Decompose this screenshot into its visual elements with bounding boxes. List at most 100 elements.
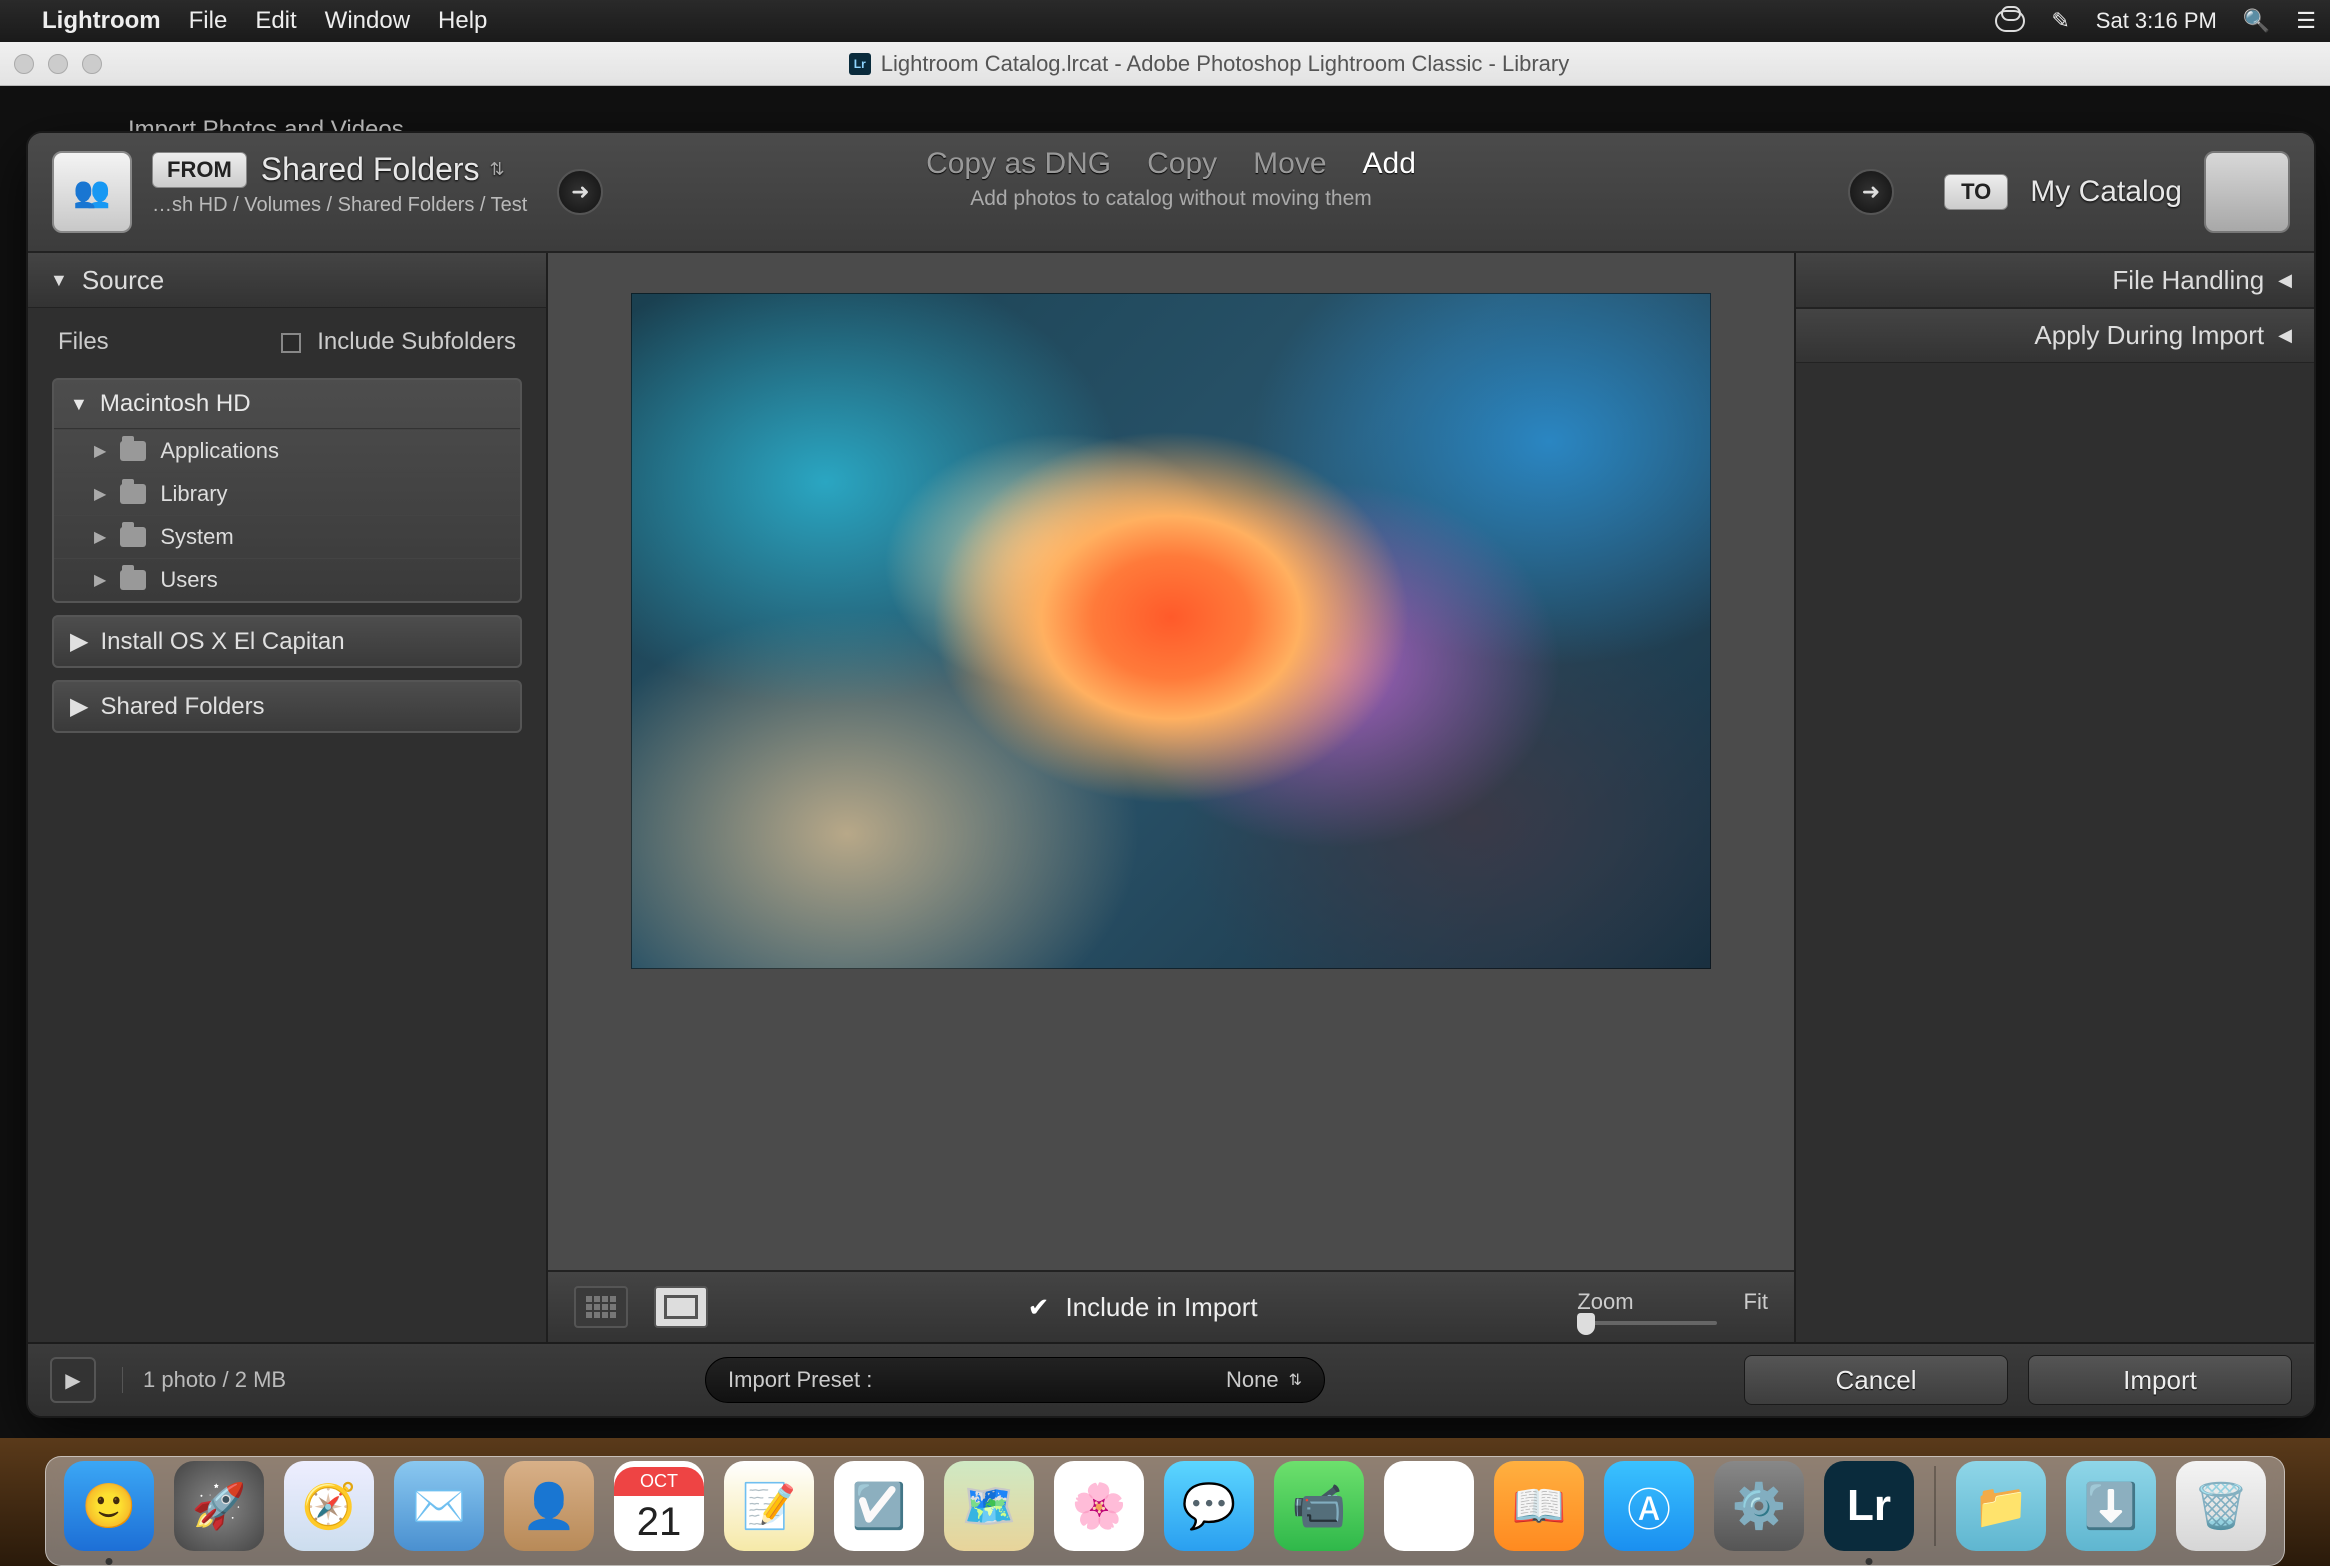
triangle-right-icon: ▶ — [94, 441, 106, 461]
tree-item-shared-folders[interactable]: ▶ Shared Folders — [52, 680, 522, 733]
triangle-right-icon: ▶ — [70, 627, 88, 656]
center-panel: ✔ Include in Import Zoom Fit — [548, 253, 1794, 1342]
creative-cloud-icon[interactable] — [1995, 10, 2025, 32]
menu-help[interactable]: Help — [438, 7, 487, 35]
import-dialog: 👥 FROM Shared Folders ⇅ …sh HD / Volumes… — [26, 131, 2316, 1418]
spotlight-icon[interactable]: 🔍 — [2243, 8, 2270, 34]
grid-view-button[interactable] — [574, 1286, 628, 1328]
menu-file[interactable]: File — [189, 7, 228, 35]
tree-item-system[interactable]: ▶ System — [54, 515, 520, 558]
dock-mail-icon[interactable]: ✉️ — [394, 1461, 484, 1551]
triangle-right-icon: ▶ — [70, 692, 88, 721]
tree-item-applications[interactable]: ▶ Applications — [54, 429, 520, 472]
dock-finder-icon[interactable]: 🙂 — [64, 1461, 154, 1551]
notification-center-icon[interactable]: ☰ — [2296, 8, 2316, 34]
dock-ibooks-icon[interactable]: 📖 — [1494, 1461, 1584, 1551]
dock-notes-icon[interactable]: 📝 — [724, 1461, 814, 1551]
import-footer: ▶ 1 photo / 2 MB Import Preset : None ⇅ … — [28, 1342, 2314, 1416]
play-icon: ▶ — [65, 1368, 80, 1393]
import-preset-picker[interactable]: Import Preset : None ⇅ — [705, 1357, 1325, 1403]
calendar-month: OCT — [614, 1467, 704, 1496]
dock-lightroom-icon[interactable]: Lr — [1824, 1461, 1914, 1551]
dock-contacts-icon[interactable]: 👤 — [504, 1461, 594, 1551]
center-toolbar: ✔ Include in Import Zoom Fit — [548, 1270, 1794, 1342]
zoom-slider[interactable] — [1577, 1321, 1717, 1325]
menubar-app-name[interactable]: Lightroom — [42, 7, 161, 35]
dock-maps-icon[interactable]: 🗺️ — [944, 1461, 1034, 1551]
dock-separator — [1934, 1466, 1936, 1546]
from-source-path: …sh HD / Volumes / Shared Folders / Test — [152, 194, 527, 217]
dock-applications-folder-icon[interactable]: 📁 — [1956, 1461, 2046, 1551]
menu-window[interactable]: Window — [325, 7, 410, 35]
include-in-import-toggle[interactable]: ✔ Include in Import — [1028, 1292, 1258, 1323]
include-in-import-label: Include in Import — [1065, 1292, 1257, 1323]
dock-appstore-icon[interactable]: Ⓐ — [1604, 1461, 1694, 1551]
tree-root-macintosh-hd[interactable]: ▼ Macintosh HD — [54, 380, 520, 429]
menubar-clock[interactable]: Sat 3:16 PM — [2096, 8, 2217, 34]
minimize-window-icon[interactable] — [48, 54, 68, 74]
checkmark-icon: ✔ — [1028, 1292, 1050, 1323]
photo-thumbnail[interactable] — [631, 293, 1711, 969]
tree-item-label: Users — [160, 567, 217, 593]
tree-item-users[interactable]: ▶ Users — [54, 558, 520, 601]
destination-drive-icon[interactable] — [2204, 151, 2290, 233]
cancel-button[interactable]: Cancel — [1744, 1355, 2008, 1405]
source-drive-icon[interactable]: 👥 — [52, 151, 132, 233]
apply-during-import-panel-header[interactable]: Apply During Import ◀ — [1796, 308, 2314, 363]
loupe-view-button[interactable] — [654, 1286, 708, 1328]
lightroom-doc-icon: Lr — [849, 53, 871, 75]
calendar-day: 21 — [637, 1496, 682, 1545]
files-label: Files — [58, 328, 109, 356]
checkbox-icon[interactable] — [281, 333, 301, 353]
source-panel-header[interactable]: ▼ Source — [28, 253, 546, 308]
dock-safari-icon[interactable]: 🧭 — [284, 1461, 374, 1551]
close-window-icon[interactable] — [14, 54, 34, 74]
dock-photos-icon[interactable]: 🌸 — [1054, 1461, 1144, 1551]
to-destination-label[interactable]: My Catalog — [2030, 175, 2182, 209]
dock-system-preferences-icon[interactable]: ⚙️ — [1714, 1461, 1804, 1551]
menu-edit[interactable]: Edit — [255, 7, 296, 35]
photo-count-label: 1 photo / 2 MB — [122, 1367, 286, 1393]
op-copy-as-dng[interactable]: Copy as DNG — [926, 147, 1111, 181]
dock-itunes-icon[interactable]: ♪ — [1384, 1461, 1474, 1551]
op-add[interactable]: Add — [1363, 147, 1416, 181]
tree-root-label: Macintosh HD — [100, 390, 251, 418]
tree-item-label: System — [160, 524, 233, 550]
triangle-left-icon: ◀ — [2278, 270, 2292, 291]
include-subfolders-toggle[interactable]: Include Subfolders — [281, 328, 516, 356]
zoom-window-icon[interactable] — [82, 54, 102, 74]
minimize-dialog-button[interactable]: ▶ — [50, 1357, 96, 1403]
op-move[interactable]: Move — [1253, 147, 1326, 181]
op-copy[interactable]: Copy — [1147, 147, 1217, 181]
import-header: 👥 FROM Shared Folders ⇅ …sh HD / Volumes… — [28, 133, 2314, 253]
file-handling-panel-header[interactable]: File Handling ◀ — [1796, 253, 2314, 308]
app-body: Import Photos and Videos 👥 FROM Shared F… — [0, 86, 2330, 1438]
triangle-down-icon: ▼ — [70, 394, 88, 415]
dock-trash-icon[interactable]: 🗑️ — [2176, 1461, 2266, 1551]
tree-item-label: Install OS X El Capitan — [100, 628, 344, 656]
loupe-icon — [664, 1295, 698, 1319]
script-menu-icon[interactable]: ✎ — [2051, 8, 2069, 34]
dock: 🙂 🚀 🧭 ✉️ 👤 OCT 21 📝 ☑️ 🗺️ 🌸 💬 📹 ♪ 📖 Ⓐ ⚙️… — [45, 1456, 2285, 1566]
tree-item-install-osx[interactable]: ▶ Install OS X El Capitan — [52, 615, 522, 668]
from-arrow-button[interactable]: ➜ — [557, 169, 603, 215]
tree-item-label: Applications — [160, 438, 279, 464]
zoom-label: Zoom — [1577, 1289, 1633, 1315]
from-source-picker[interactable]: Shared Folders ⇅ — [261, 151, 505, 188]
dock-facetime-icon[interactable]: 📹 — [1274, 1461, 1364, 1551]
dock-calendar-icon[interactable]: OCT 21 — [614, 1461, 704, 1551]
to-arrow-button[interactable]: ➜ — [1848, 169, 1894, 215]
tree-item-label: Library — [160, 481, 227, 507]
tree-item-library[interactable]: ▶ Library — [54, 472, 520, 515]
dock-messages-icon[interactable]: 💬 — [1164, 1461, 1254, 1551]
window-titlebar: Lr Lightroom Catalog.lrcat - Adobe Photo… — [0, 42, 2330, 86]
folder-icon — [120, 570, 146, 590]
dock-downloads-folder-icon[interactable]: ⬇️ — [2066, 1461, 2156, 1551]
slider-knob-icon[interactable] — [1577, 1313, 1595, 1335]
traffic-lights[interactable] — [14, 54, 102, 74]
import-button[interactable]: Import — [2028, 1355, 2292, 1405]
dock-launchpad-icon[interactable]: 🚀 — [174, 1461, 264, 1551]
dock-reminders-icon[interactable]: ☑️ — [834, 1461, 924, 1551]
triangle-right-icon: ▶ — [94, 484, 106, 504]
from-badge: FROM — [152, 152, 247, 188]
